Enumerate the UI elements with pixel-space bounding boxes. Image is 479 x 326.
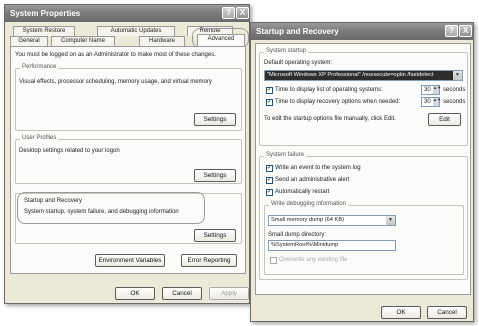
default-os-value: "Microsoft Windows XP Professional" /noe… xyxy=(267,72,434,78)
spinner-arrows-icon[interactable]: ▲▼ xyxy=(433,86,441,94)
time-list-value: 30 xyxy=(424,87,431,93)
cancel-button[interactable]: Cancel xyxy=(162,287,202,300)
send-alert-checkbox[interactable]: ✓ xyxy=(266,177,273,184)
startup-recovery-highlight xyxy=(17,192,205,224)
time-list-seconds: seconds xyxy=(443,87,466,93)
system-failure-title: System failure xyxy=(264,152,307,158)
tab-computer-name[interactable]: Computer Name xyxy=(51,36,115,46)
default-os-label: Default operating system: xyxy=(264,60,333,66)
chevron-down-icon[interactable]: ▼ xyxy=(453,71,462,80)
apply-button[interactable]: Apply xyxy=(209,287,249,300)
dialog-close-button[interactable]: X xyxy=(459,25,472,37)
tab-system-restore[interactable]: System Restore xyxy=(13,26,75,36)
chevron-down-icon[interactable]: ▼ xyxy=(386,216,395,225)
error-reporting-button[interactable]: Error Reporting xyxy=(181,254,237,267)
system-failure-group: System failure ✓ Write an event to the s… xyxy=(259,152,468,280)
small-dump-label: Small dump directory: xyxy=(268,232,327,238)
startup-recovery-dialog: Startup and Recovery ? X System startup … xyxy=(250,22,474,322)
dialog-cancel-button[interactable]: Cancel xyxy=(427,306,467,319)
system-properties-titlebar[interactable]: System Properties xyxy=(5,5,249,22)
tab-general[interactable]: General xyxy=(10,36,48,46)
performance-title: Performance xyxy=(20,64,59,70)
advanced-tab-highlight xyxy=(192,28,249,48)
default-os-select[interactable]: "Microsoft Windows XP Professional" /noe… xyxy=(264,70,463,81)
tab-hardware[interactable]: Hardware xyxy=(139,36,185,46)
startup-dialog-panel: System startup Default operating system:… xyxy=(255,43,471,295)
ok-button[interactable]: OK xyxy=(115,287,155,300)
dialog-ok-button[interactable]: OK xyxy=(381,306,421,319)
edit-button[interactable]: Edit xyxy=(428,113,461,126)
edit-note: To edit the startup options file manuall… xyxy=(264,116,396,122)
close-button[interactable]: X xyxy=(236,7,249,19)
dialog-title: Startup and Recovery xyxy=(256,27,339,36)
dialog-help-button[interactable]: ? xyxy=(445,25,458,37)
send-alert-label: Send an administrative alert xyxy=(275,177,350,183)
time-recovery-spinner[interactable]: 30 ▲▼ xyxy=(421,97,441,107)
user-profiles-settings-button[interactable]: Settings xyxy=(194,169,236,182)
spinner-arrows-icon[interactable]: ▲▼ xyxy=(433,98,441,106)
user-profiles-desc: Desktop settings related to your logon xyxy=(19,148,120,154)
time-recovery-label: Time to display recovery options when ne… xyxy=(275,99,401,105)
user-profiles-title: User Profiles xyxy=(20,135,59,141)
tab-automatic-updates[interactable]: Automatic Updates xyxy=(97,26,175,36)
startup-recovery-titlebar[interactable]: Startup and Recovery xyxy=(251,23,473,40)
performance-group: Performance Visual effects, processor sc… xyxy=(15,64,242,131)
debug-type-value: Small memory dump (64 KB) xyxy=(271,217,345,223)
system-startup-title: System startup xyxy=(264,48,309,54)
time-recovery-checkbox[interactable]: ✓ xyxy=(266,99,273,106)
environment-variables-button[interactable]: Environment Variables xyxy=(95,254,165,267)
small-dump-input[interactable]: %SystemRoot%\Minidump xyxy=(268,240,396,251)
write-debug-title: Write debugging information xyxy=(269,201,348,207)
performance-desc: Visual effects, processor scheduling, me… xyxy=(19,79,212,85)
system-properties-window: System Properties ? X System Restore Aut… xyxy=(4,4,250,304)
overwrite-label: Overwrite any existing file xyxy=(279,257,348,263)
time-list-checkbox[interactable]: ✓ xyxy=(266,87,273,94)
auto-restart-label: Automatically restart xyxy=(275,189,330,195)
time-list-spinner[interactable]: 30 ▲▼ xyxy=(421,85,441,95)
advanced-tab-panel: You must be logged on as an Administrato… xyxy=(10,46,246,274)
small-dump-value: %SystemRoot%\Minidump xyxy=(271,242,339,248)
admin-note: You must be logged on as an Administrato… xyxy=(15,52,216,58)
overwrite-checkbox[interactable] xyxy=(270,257,277,264)
performance-settings-button[interactable]: Settings xyxy=(194,113,236,126)
write-event-label: Write an event to the system log xyxy=(275,165,361,171)
system-startup-group: System startup Default operating system:… xyxy=(259,48,468,146)
time-recovery-value: 30 xyxy=(424,99,431,105)
time-recovery-seconds: seconds xyxy=(443,99,466,105)
help-button[interactable]: ? xyxy=(222,7,235,19)
window-title: System Properties xyxy=(10,9,81,18)
user-profiles-group: User Profiles Desktop settings related t… xyxy=(15,135,242,184)
startup-recovery-settings-button[interactable]: Settings xyxy=(194,229,236,242)
write-event-checkbox[interactable]: ✓ xyxy=(266,165,273,172)
write-debug-group: Write debugging information Small memory… xyxy=(264,201,464,275)
auto-restart-checkbox[interactable]: ✓ xyxy=(266,189,273,196)
time-list-label: Time to display list of operating system… xyxy=(275,87,383,93)
debug-type-select[interactable]: Small memory dump (64 KB) ▼ xyxy=(268,215,396,226)
